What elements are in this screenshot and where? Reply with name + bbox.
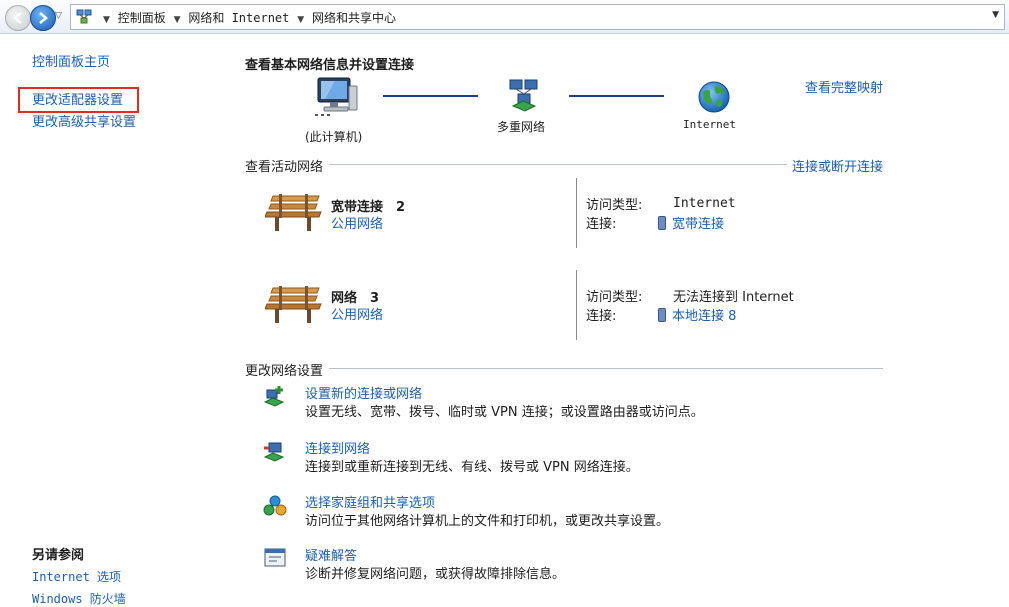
this-computer-label: (此计算机) <box>305 130 363 144</box>
homegroup-sharing-link[interactable]: 选择家庭组和共享选项 <box>305 492 435 511</box>
map-connector-line <box>383 95 478 97</box>
task-description: 设置无线、宽带、拨号、临时或 VPN 连接；或设置路由器或访问点。 <box>305 405 704 420</box>
internet-globe-icon <box>698 81 730 113</box>
forward-arrow-icon <box>39 12 48 24</box>
forward-button[interactable] <box>30 5 56 31</box>
access-type-value: Internet <box>673 196 736 211</box>
broadband-connection-link[interactable]: 宽带连接 <box>672 217 724 232</box>
address-box[interactable]: ▼ 控制面板 ▼ 网络和 Internet ▼ 网络和共享中心 ▼ <box>70 4 1005 30</box>
breadcrumb: ▼ 控制面板 ▼ 网络和 Internet ▼ 网络和共享中心 <box>99 9 396 26</box>
setup-new-connection-link[interactable]: 设置新的连接或网络 <box>305 383 422 402</box>
multiple-networks-label: 多重网络 <box>497 120 546 134</box>
windows-firewall-link[interactable]: Windows 防火墙 <box>32 590 126 607</box>
active-networks-heading: 查看活动网络 <box>245 160 324 175</box>
network-divider <box>576 178 577 248</box>
network-center-icon <box>76 9 92 24</box>
section-divider <box>329 164 787 165</box>
access-type-value: 无法连接到 Internet <box>673 290 794 305</box>
connect-disconnect-link[interactable]: 连接或断开连接 <box>792 156 883 175</box>
setup-connection-icon <box>263 386 285 407</box>
connection-label: 连接: <box>586 309 617 324</box>
recent-pages-dropdown[interactable]: ▽ <box>55 11 62 21</box>
section-divider <box>329 368 883 369</box>
homegroup-icon <box>263 495 287 516</box>
public-network-bench-icon <box>265 286 322 323</box>
change-settings-heading: 更改网络设置 <box>245 364 324 379</box>
back-arrow-icon <box>13 12 22 24</box>
internet-label: Internet <box>683 118 736 131</box>
connection-label: 连接: <box>586 217 617 232</box>
map-connector-line <box>569 95 664 97</box>
troubleshoot-link[interactable]: 疑难解答 <box>305 545 357 564</box>
task-description: 诊断并修复网络问题，或获得故障排除信息。 <box>305 567 566 582</box>
local-connection-link[interactable]: 本地连接 8 <box>672 309 736 324</box>
network-location-link[interactable]: 公用网络 <box>331 213 383 232</box>
computer-icon <box>315 77 358 116</box>
see-full-map-link[interactable]: 查看完整映射 <box>805 77 883 96</box>
address-bar: ▽ ▼ 控制面板 ▼ 网络和 Internet ▼ 网络和共享中心 ▼ <box>0 0 1009 34</box>
task-description: 访问位于其他网络计算机上的文件和打印机，或更改共享设置。 <box>305 514 670 529</box>
network-divider <box>576 270 577 340</box>
connect-network-icon <box>263 442 285 462</box>
breadcrumb-sharing-center[interactable]: 网络和共享中心 <box>312 11 396 25</box>
breadcrumb-separator-icon[interactable]: ▼ <box>103 15 110 25</box>
main-content: 查看基本网络信息并设置连接 查看完整映射 (此计算机) 多重网络 Interne… <box>245 34 885 603</box>
internet-options-link[interactable]: Internet 选项 <box>32 568 121 585</box>
connection-value: 宽带连接 <box>658 213 724 232</box>
public-network-bench-icon <box>265 194 322 231</box>
left-pane: 控制面板主页 更改适配器设置 更改高级共享设置 另请参阅 Internet 选项… <box>0 34 210 606</box>
adapter-plug-icon <box>658 216 666 230</box>
task-description: 连接到或重新连接到无线、有线、拨号或 VPN 网络连接。 <box>305 460 639 475</box>
address-dropdown-icon[interactable]: ▼ <box>992 10 999 20</box>
access-type-label: 访问类型: <box>586 290 643 305</box>
change-adapter-settings-link[interactable]: 更改适配器设置 <box>32 89 123 108</box>
access-type-label: 访问类型: <box>586 198 643 213</box>
see-also-heading: 另请参阅 <box>32 548 85 563</box>
breadcrumb-network-internet[interactable]: 网络和 Internet <box>188 11 289 25</box>
breadcrumb-control-panel[interactable]: 控制面板 <box>118 11 166 25</box>
breadcrumb-separator-icon[interactable]: ▼ <box>174 15 181 25</box>
page-title: 查看基本网络信息并设置连接 <box>245 58 415 73</box>
back-button[interactable] <box>5 5 31 31</box>
network-location-link[interactable]: 公用网络 <box>331 304 383 323</box>
multiple-networks-icon <box>509 79 538 112</box>
connection-value: 本地连接 8 <box>658 305 736 324</box>
control-panel-home-link[interactable]: 控制面板主页 <box>32 51 110 70</box>
breadcrumb-separator-icon[interactable]: ▼ <box>297 15 304 25</box>
adapter-plug-icon <box>658 308 666 322</box>
change-advanced-sharing-link[interactable]: 更改高级共享设置 <box>32 111 136 130</box>
troubleshoot-icon <box>264 548 286 567</box>
connect-to-network-link[interactable]: 连接到网络 <box>305 438 370 457</box>
